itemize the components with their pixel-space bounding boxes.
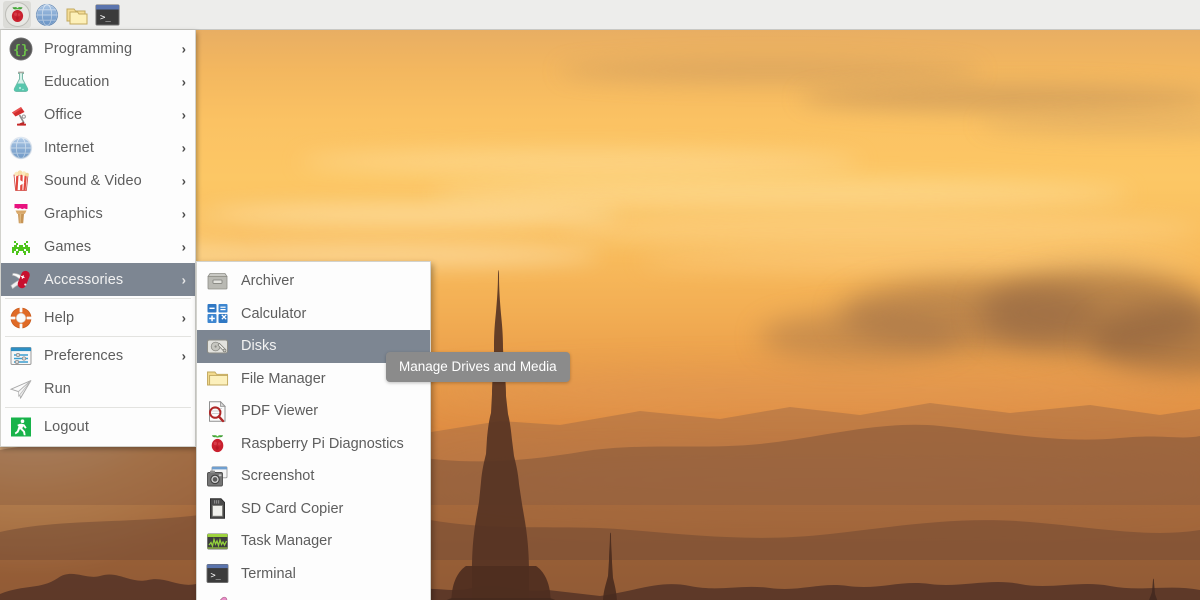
- submenu-item-task-manager[interactable]: Task Manager: [197, 525, 430, 558]
- popcorn-icon: [8, 168, 34, 194]
- chevron-right-icon: ›: [181, 310, 186, 325]
- chevron-right-icon: ›: [181, 74, 186, 89]
- submenu-item-label: Calculator: [241, 305, 307, 322]
- menu-item-preferences[interactable]: Preferences ›: [1, 339, 195, 372]
- svg-text:>_: >_: [211, 571, 222, 581]
- accessories-submenu: Archiver Calculator Disks File Manager P…: [196, 261, 431, 600]
- folders-icon: [66, 8, 88, 24]
- submenu-item-terminal[interactable]: >_ Terminal: [197, 558, 430, 591]
- menu-item-label: Education: [44, 73, 110, 90]
- paper-plane-icon: [8, 376, 34, 402]
- menu-separator: [5, 336, 191, 337]
- menu-item-sound-and-video[interactable]: Sound & Video ›: [1, 164, 195, 197]
- submenu-item-pdf-viewer[interactable]: PDF Viewer: [197, 395, 430, 428]
- menu-item-label: Logout: [44, 418, 89, 435]
- menu-item-logout[interactable]: Logout: [1, 410, 195, 443]
- menu-item-label: Games: [44, 238, 92, 255]
- submenu-item-label: Task Manager: [241, 533, 333, 550]
- exit-runner-icon: [8, 414, 34, 440]
- submenu-item-label: Archiver: [241, 273, 295, 290]
- application-menu: {} Programming › Education › Office › In…: [0, 30, 196, 447]
- desktop-screen: >_ {} Programming › Education › Office ›…: [0, 0, 1200, 600]
- menu-item-label: Internet: [44, 139, 94, 156]
- chevron-right-icon: ›: [181, 140, 186, 155]
- menu-item-help[interactable]: Help ›: [1, 301, 195, 334]
- globe-icon: [35, 3, 59, 26]
- menu-item-accessories[interactable]: Accessories ›: [1, 263, 195, 296]
- desk-lamp-icon: [8, 102, 34, 128]
- archive-box-icon: [205, 269, 230, 294]
- menu-item-label: Office: [44, 106, 83, 123]
- svg-text:{}: {}: [13, 43, 29, 58]
- menu-separator: [5, 407, 191, 408]
- taskbar-web-browser-button[interactable]: [33, 1, 61, 28]
- submenu-item-calculator[interactable]: Calculator: [197, 298, 430, 331]
- menu-item-label: Help: [44, 309, 75, 326]
- sliders-window-icon: [8, 343, 34, 369]
- camera-icon: [205, 464, 230, 489]
- chevron-right-icon: ›: [181, 206, 186, 221]
- chevron-right-icon: ›: [181, 173, 186, 188]
- menu-item-internet[interactable]: Internet ›: [1, 131, 195, 164]
- submenu-item-archiver[interactable]: Archiver: [197, 265, 430, 298]
- menu-item-programming[interactable]: {} Programming ›: [1, 32, 195, 65]
- pdf-magnifier-icon: [205, 399, 230, 424]
- flask-icon: [8, 69, 34, 95]
- tooltip: Manage Drives and Media: [386, 352, 570, 382]
- submenu-item-label: Raspberry Pi Diagnostics: [241, 435, 404, 452]
- taskbar-file-manager-button[interactable]: [63, 1, 91, 28]
- space-invader-icon: [8, 234, 34, 260]
- chevron-right-icon: ›: [181, 41, 186, 56]
- taskbar-raspberry-menu-button[interactable]: [3, 1, 31, 28]
- sd-card-icon: [205, 496, 230, 521]
- calculator-icon: [205, 301, 230, 326]
- submenu-item-raspberry-pi-diagnostics[interactable]: Raspberry Pi Diagnostics: [197, 428, 430, 461]
- folder-icon: [205, 366, 230, 391]
- menu-item-label: Run: [44, 380, 71, 397]
- taskbar-terminal-button[interactable]: >_: [93, 1, 121, 28]
- menu-item-games[interactable]: Games ›: [1, 230, 195, 263]
- pencil-eraser-icon: [205, 594, 230, 600]
- menu-item-label: Programming: [44, 40, 133, 57]
- submenu-item-label: Terminal: [241, 565, 296, 582]
- chevron-right-icon: ›: [181, 348, 186, 363]
- chevron-right-icon: ›: [181, 239, 186, 254]
- swiss-army-knife-icon: [8, 267, 34, 293]
- taskbar: >_: [0, 0, 1200, 30]
- submenu-item-label: Disks: [241, 338, 277, 355]
- menu-item-label: Preferences: [44, 347, 124, 364]
- svg-text:>_: >_: [100, 13, 111, 23]
- menu-item-label: Accessories: [44, 271, 124, 288]
- submenu-item-label: SD Card Copier: [241, 500, 344, 517]
- menu-separator: [5, 298, 191, 299]
- submenu-item-screenshot[interactable]: Screenshot: [197, 460, 430, 493]
- submenu-item-label: Screenshot: [241, 468, 315, 485]
- menu-item-run[interactable]: Run: [1, 372, 195, 405]
- menu-item-graphics[interactable]: Graphics ›: [1, 197, 195, 230]
- submenu-item-label: PDF Viewer: [241, 403, 319, 420]
- submenu-item-label: File Manager: [241, 370, 326, 387]
- menu-item-label: Graphics: [44, 205, 103, 222]
- braces-icon: {}: [8, 36, 34, 62]
- paintbrush-icon: [8, 201, 34, 227]
- menu-item-education[interactable]: Education ›: [1, 65, 195, 98]
- menu-item-label: Sound & Video: [44, 172, 142, 189]
- submenu-item-sd-card-copier[interactable]: SD Card Copier: [197, 493, 430, 526]
- terminal-icon: >_: [95, 4, 119, 25]
- hard-disk-icon: [205, 334, 230, 359]
- chevron-right-icon: ›: [181, 272, 186, 287]
- raspberry-icon: [205, 431, 230, 456]
- life-ring-icon: [8, 305, 34, 331]
- chevron-right-icon: ›: [181, 107, 186, 122]
- submenu-item-text-editor[interactable]: [197, 590, 430, 600]
- graph-monitor-icon: [205, 529, 230, 554]
- menu-item-office[interactable]: Office ›: [1, 98, 195, 131]
- globe-icon: [8, 135, 34, 161]
- terminal-icon: >_: [205, 561, 230, 586]
- raspberry-icon: [4, 2, 30, 27]
